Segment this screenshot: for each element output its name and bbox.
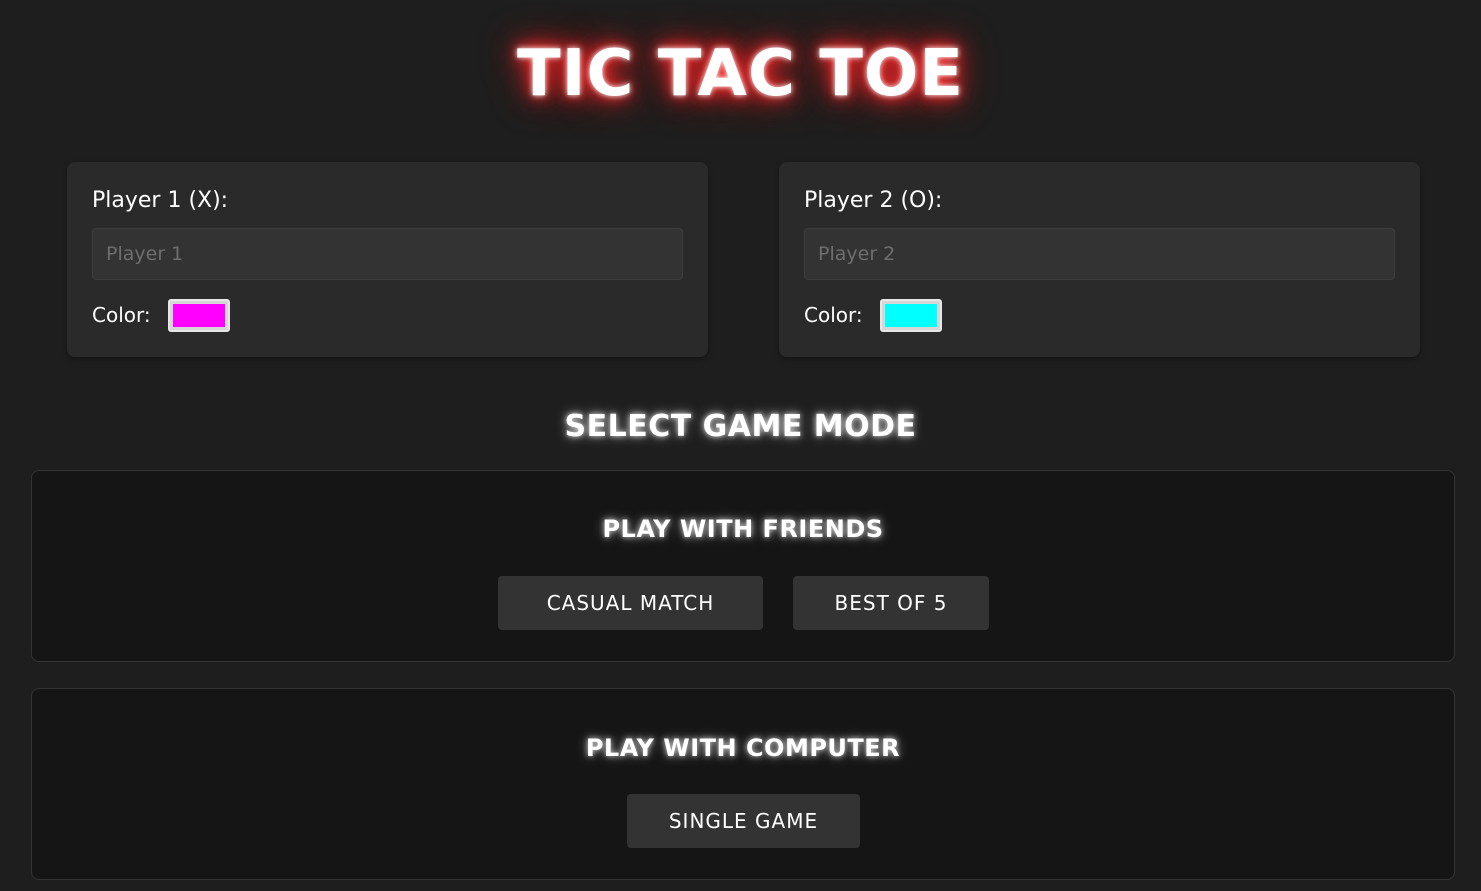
play-with-friends-section: PLAY WITH FRIENDS CASUAL MATCH BEST OF 5 [31, 470, 1455, 662]
page-title: TIC TAC TOE [517, 37, 964, 111]
player-1-label: Player 1 (X): [92, 188, 229, 213]
play-with-friends-title: PLAY WITH FRIENDS [602, 515, 884, 543]
player-1-color-fill [173, 304, 225, 327]
casual-match-button[interactable]: CASUAL MATCH [498, 576, 763, 630]
player-1-name-input[interactable] [92, 228, 683, 280]
player-2-color-picker[interactable] [880, 299, 942, 332]
player-2-card: Player 2 (O): Color: [779, 162, 1420, 357]
player-2-color-fill [885, 304, 937, 327]
game-setup-page: TIC TAC TOE Player 1 (X): Color: Player … [0, 0, 1481, 891]
player-2-name-input[interactable] [804, 228, 1395, 280]
player-2-label: Player 2 (O): [804, 188, 943, 213]
player-1-card: Player 1 (X): Color: [67, 162, 708, 357]
player-2-color-label: Color: [804, 303, 863, 327]
player-1-color-picker[interactable] [168, 299, 230, 332]
play-with-computer-title: PLAY WITH COMPUTER [585, 734, 901, 762]
player-1-color-label: Color: [92, 303, 151, 327]
select-game-mode-heading: SELECT GAME MODE [564, 409, 917, 444]
play-with-computer-section: PLAY WITH COMPUTER SINGLE GAME [31, 688, 1455, 880]
single-game-button[interactable]: SINGLE GAME [627, 794, 860, 848]
best-of-5-button[interactable]: BEST OF 5 [793, 576, 989, 630]
